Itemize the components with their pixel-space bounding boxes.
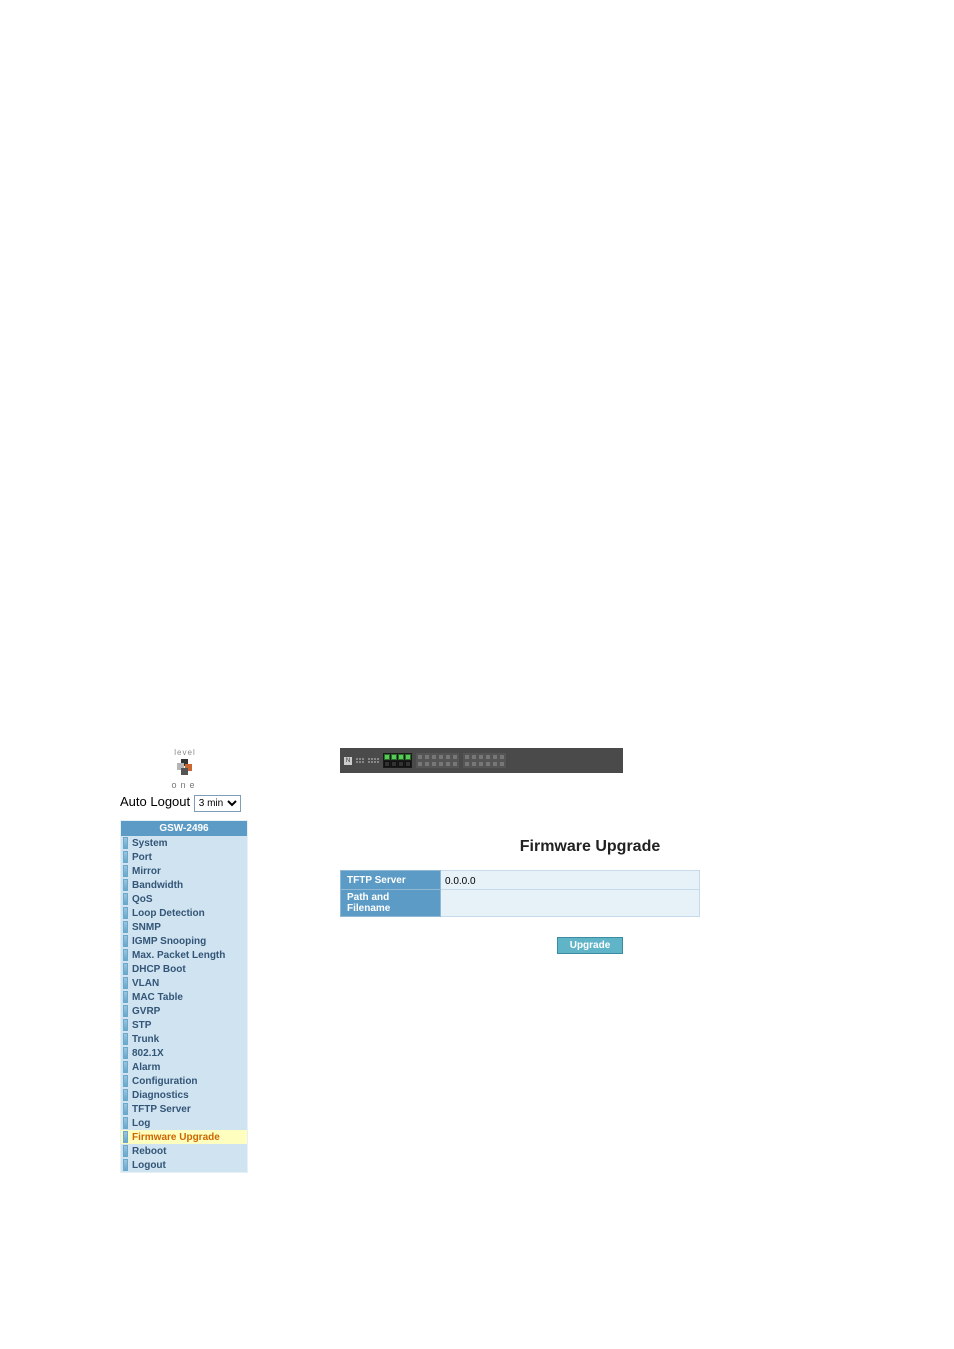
panel-badge-icon: [344, 757, 352, 765]
nav-item-label: VLAN: [132, 978, 159, 989]
menu-pip-icon: [123, 1047, 128, 1059]
nav-item-snmp[interactable]: SNMP: [121, 920, 247, 934]
tftp-server-label: TFTP Server: [341, 871, 441, 890]
nav-item-alarm[interactable]: Alarm: [121, 1060, 247, 1074]
menu-pip-icon: [123, 1089, 128, 1101]
nav-item-label: Diagnostics: [132, 1090, 189, 1101]
logo-text-bottom: one: [120, 780, 250, 790]
device-panel-icon: [340, 748, 623, 773]
nav-item-label: Configuration: [132, 1076, 198, 1087]
menu-pip-icon: [123, 991, 128, 1003]
menu-pip-icon: [123, 935, 128, 947]
menu-pip-icon: [123, 1145, 128, 1157]
auto-logout-label: Auto Logout: [120, 794, 190, 809]
nav-item-mac-table[interactable]: MAC Table: [121, 990, 247, 1004]
nav-item-label: Loop Detection: [132, 908, 205, 919]
nav-item-label: SNMP: [132, 922, 161, 933]
led-strip-icon: [368, 758, 379, 763]
nav-item-label: QoS: [132, 894, 153, 905]
port-block-icon: [383, 753, 412, 768]
auto-logout-select[interactable]: 3 min: [194, 795, 241, 812]
menu-pip-icon: [123, 949, 128, 961]
menu-pip-icon: [123, 963, 128, 975]
nav-item-label: IGMP Snooping: [132, 936, 206, 947]
nav-item-trunk[interactable]: Trunk: [121, 1032, 247, 1046]
nav-item-stp[interactable]: STP: [121, 1018, 247, 1032]
menu-pip-icon: [123, 865, 128, 877]
nav-item-label: Bandwidth: [132, 880, 183, 891]
nav-item-loop-detection[interactable]: Loop Detection: [121, 906, 247, 920]
menu-pip-icon: [123, 1117, 128, 1129]
nav-item-label: Firmware Upgrade: [132, 1132, 220, 1143]
tftp-server-input[interactable]: [441, 874, 699, 889]
logo-text-top: level: [120, 748, 250, 757]
nav-item-label: Port: [132, 852, 152, 863]
nav-item-label: MAC Table: [132, 992, 183, 1003]
nav-item-label: TFTP Server: [132, 1104, 191, 1115]
upgrade-button[interactable]: Upgrade: [557, 937, 624, 954]
menu-pip-icon: [123, 879, 128, 891]
nav-item-label: System: [132, 838, 168, 849]
led-strip-icon: [356, 758, 364, 763]
nav-item-vlan[interactable]: VLAN: [121, 976, 247, 990]
nav-item-label: Max. Packet Length: [132, 950, 225, 961]
menu-pip-icon: [123, 1005, 128, 1017]
nav-item-system[interactable]: System: [121, 836, 247, 850]
nav-menu: GSW-2496 System Port Mirror Bandwidth QoS Loo…: [120, 820, 248, 1173]
menu-pip-icon: [123, 977, 128, 989]
nav-item-label: Logout: [132, 1160, 166, 1171]
nav-item-tftp-server[interactable]: TFTP Server: [121, 1102, 247, 1116]
menu-pip-icon: [123, 1019, 128, 1031]
menu-pip-icon: [123, 907, 128, 919]
menu-pip-icon: [123, 1103, 128, 1115]
nav-item-qos[interactable]: QoS: [121, 892, 247, 906]
nav-item-802-1x[interactable]: 802.1X: [121, 1046, 247, 1060]
nav-item-port[interactable]: Port: [121, 850, 247, 864]
nav-item-diagnostics[interactable]: Diagnostics: [121, 1088, 247, 1102]
nav-item-reboot[interactable]: Reboot: [121, 1144, 247, 1158]
menu-pip-icon: [123, 1061, 128, 1073]
auto-logout-row: Auto Logout 3 min: [120, 794, 250, 812]
nav-item-label: Trunk: [132, 1034, 159, 1045]
nav-item-label: Reboot: [132, 1146, 166, 1157]
nav-item-max-packet-length[interactable]: Max. Packet Length: [121, 948, 247, 962]
firmware-form: TFTP Server Path and Filename: [340, 870, 700, 917]
nav-item-label: 802.1X: [132, 1048, 164, 1059]
menu-pip-icon: [123, 1159, 128, 1171]
nav-item-gvrp[interactable]: GVRP: [121, 1004, 247, 1018]
port-block-icon: [416, 753, 459, 768]
nav-item-logout[interactable]: Logout: [121, 1158, 247, 1172]
menu-pip-icon: [123, 1033, 128, 1045]
logo-mark-icon: [177, 759, 193, 775]
page-title: Firmware Upgrade: [340, 838, 840, 856]
nav-item-label: Log: [132, 1118, 150, 1129]
nav-item-mirror[interactable]: Mirror: [121, 864, 247, 878]
nav-item-igmp-snooping[interactable]: IGMP Snooping: [121, 934, 247, 948]
menu-pip-icon: [123, 1131, 128, 1143]
menu-pip-icon: [123, 921, 128, 933]
nav-item-label: Mirror: [132, 866, 161, 877]
nav-item-log[interactable]: Log: [121, 1116, 247, 1130]
nav-item-bandwidth[interactable]: Bandwidth: [121, 878, 247, 892]
brand-logo: level one: [120, 748, 250, 794]
nav-item-label: DHCP Boot: [132, 964, 186, 975]
sidebar: level one Auto Logout 3 min GSW-2496 Sys…: [120, 748, 250, 1173]
nav-item-label: Alarm: [132, 1062, 160, 1073]
nav-item-label: STP: [132, 1020, 151, 1031]
nav-item-firmware-upgrade[interactable]: Firmware Upgrade: [121, 1130, 247, 1144]
nav-item-label: GVRP: [132, 1006, 160, 1017]
nav-item-configuration[interactable]: Configuration: [121, 1074, 247, 1088]
port-block-icon: [463, 753, 506, 768]
menu-header: GSW-2496: [121, 821, 247, 836]
menu-pip-icon: [123, 893, 128, 905]
nav-item-dhcp-boot[interactable]: DHCP Boot: [121, 962, 247, 976]
content-area: Firmware Upgrade TFTP Server Path and Fi…: [340, 748, 840, 954]
path-filename-input[interactable]: [441, 897, 699, 912]
menu-pip-icon: [123, 837, 128, 849]
menu-pip-icon: [123, 851, 128, 863]
path-filename-label: Path and Filename: [341, 890, 441, 917]
menu-pip-icon: [123, 1075, 128, 1087]
